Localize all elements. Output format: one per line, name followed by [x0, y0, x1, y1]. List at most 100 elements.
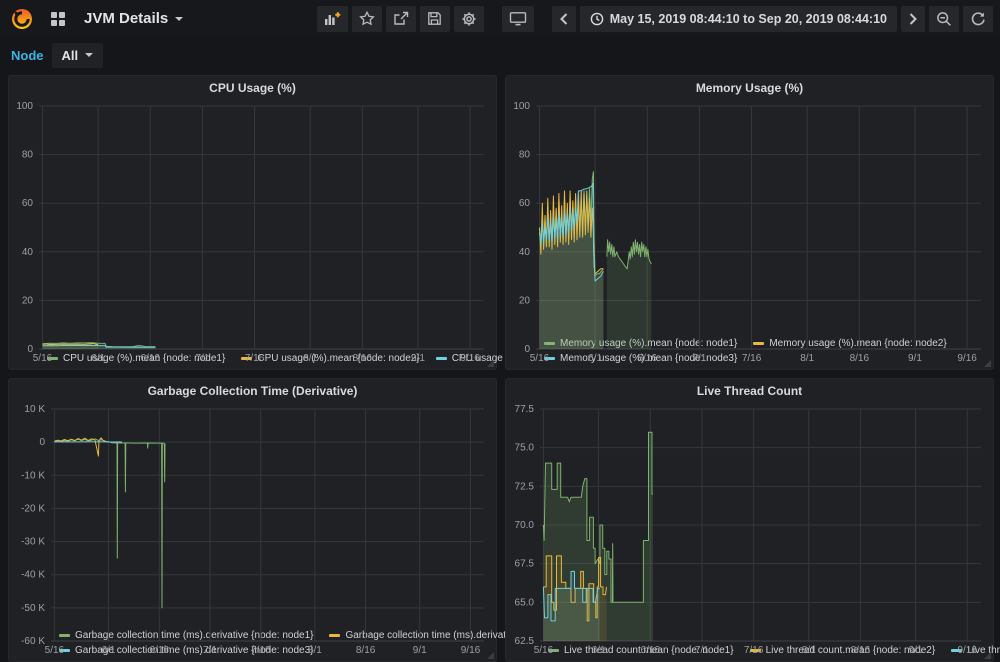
- share-icon: [393, 11, 409, 26]
- panel-resize-handle[interactable]: [487, 360, 494, 367]
- panel-resize-handle[interactable]: [487, 652, 494, 659]
- grafana-logo-icon[interactable]: [10, 7, 34, 31]
- live-thread-count-chart[interactable]: 77.575.072.570.067.565.062.55/166/16/167…: [506, 403, 993, 642]
- brand: JVM Details: [10, 7, 183, 31]
- y-tick-label: 75.0: [515, 443, 535, 454]
- y-tick-label: 72.5: [515, 481, 535, 492]
- chevron-right-icon: [908, 12, 918, 26]
- refresh-button[interactable]: [963, 6, 993, 32]
- y-tick-label: -30 K: [21, 537, 45, 548]
- refresh-icon: [970, 11, 986, 27]
- x-tick-label: 8/16: [353, 353, 373, 364]
- y-tick-label: 10 K: [24, 404, 45, 415]
- panel-resize-handle[interactable]: [984, 360, 991, 367]
- dashboard-title-dropdown[interactable]: JVM Details: [84, 10, 183, 27]
- panel-memory-usage: Memory Usage (%) 0204060801005/166/16/16…: [505, 75, 994, 370]
- y-tick-label: -10 K: [21, 470, 45, 481]
- x-tick-label: 7/1: [695, 645, 709, 656]
- x-tick-label: 9/16: [957, 353, 977, 364]
- panel-cpu-usage: CPU Usage (%) 0204060801005/166/16/167/1…: [8, 75, 497, 370]
- variable-label: Node: [11, 48, 44, 63]
- y-tick-label: -50 K: [21, 603, 45, 614]
- x-tick-label: 7/16: [251, 645, 271, 656]
- y-tick-label: 40: [22, 247, 34, 258]
- x-tick-label: 7/1: [203, 645, 217, 656]
- y-tick-label: -20 K: [21, 503, 45, 514]
- save-icon: [427, 11, 442, 26]
- y-tick-label: 100: [513, 101, 530, 112]
- x-tick-label: 9/16: [460, 353, 480, 364]
- x-tick-label: 7/1: [195, 353, 209, 364]
- y-tick-label: -60 K: [21, 636, 45, 647]
- time-range-label: May 15, 2019 08:44:10 to Sep 20, 2019 08…: [610, 12, 887, 26]
- x-tick-label: 8/16: [356, 645, 376, 656]
- panel-title[interactable]: Garbage Collection Time (Derivative): [9, 379, 496, 403]
- y-tick-label: -40 K: [21, 570, 45, 581]
- chart-canvas[interactable]: 0204060801005/166/16/167/17/168/18/169/1…: [9, 100, 496, 365]
- y-tick-label: 67.5: [515, 559, 535, 570]
- x-tick-label: 7/1: [692, 353, 706, 364]
- y-tick-label: 60: [519, 198, 531, 209]
- x-tick-label: 6/16: [141, 353, 161, 364]
- clock-icon: [590, 12, 604, 26]
- x-tick-label: 9/1: [908, 353, 922, 364]
- page-title: JVM Details: [84, 10, 168, 27]
- chevron-left-icon: [559, 12, 569, 26]
- add-panel-icon: [324, 11, 341, 26]
- y-tick-label: 70.0: [515, 520, 535, 531]
- top-navbar: JVM Details: [0, 0, 1000, 37]
- panel-title[interactable]: CPU Usage (%): [9, 76, 496, 100]
- y-tick-label: 40: [519, 247, 531, 258]
- chart-canvas[interactable]: 10 K0-10 K-20 K-30 K-40 K-50 K-60 K5/166…: [9, 403, 496, 657]
- cpu-usage-chart[interactable]: 0204060801005/166/16/167/17/168/18/169/1…: [9, 100, 496, 350]
- dashboards-grid-icon[interactable]: [50, 11, 66, 27]
- y-tick-label: 80: [22, 150, 34, 161]
- panel-gc-time: Garbage Collection Time (Derivative) 10 …: [8, 378, 497, 662]
- y-tick-label: 100: [16, 101, 33, 112]
- y-tick-label: 60: [22, 198, 34, 209]
- gear-icon: [461, 11, 477, 27]
- chart-canvas[interactable]: 77.575.072.570.067.565.062.55/166/16/167…: [506, 403, 993, 657]
- y-tick-label: 80: [519, 150, 531, 161]
- zoom-out-button[interactable]: [929, 6, 959, 32]
- panel-title[interactable]: Live Thread Count: [506, 379, 993, 403]
- settings-button[interactable]: [454, 6, 484, 32]
- star-button[interactable]: [352, 6, 382, 32]
- zoom-out-magnifier-icon: [936, 11, 952, 27]
- x-tick-label: 7/16: [744, 645, 764, 656]
- x-tick-label: 7/16: [742, 353, 762, 364]
- memory-usage-chart[interactable]: 0204060801005/166/16/167/17/168/18/169/1…: [506, 100, 993, 335]
- submenu: Node All: [0, 37, 1000, 73]
- gc-time-chart[interactable]: 10 K0-10 K-20 K-30 K-40 K-50 K-60 K5/166…: [9, 403, 496, 627]
- star-icon: [359, 11, 375, 26]
- time-range-button[interactable]: May 15, 2019 08:44:10 to Sep 20, 2019 08…: [580, 6, 897, 32]
- x-tick-label: 9/16: [957, 645, 977, 656]
- x-tick-label: 9/1: [909, 645, 923, 656]
- x-tick-label: 8/1: [802, 645, 816, 656]
- share-button[interactable]: [386, 6, 416, 32]
- x-tick-label: 8/1: [308, 645, 322, 656]
- x-tick-label: 6/1: [588, 353, 602, 364]
- panel-resize-handle[interactable]: [984, 652, 991, 659]
- variable-value: All: [62, 48, 79, 63]
- add-panel-button[interactable]: [317, 6, 348, 32]
- variable-value-dropdown[interactable]: All: [52, 43, 104, 68]
- x-tick-label: 8/1: [800, 353, 814, 364]
- x-tick-label: 8/16: [851, 645, 871, 656]
- save-button[interactable]: [420, 6, 450, 32]
- x-tick-label: 5/16: [530, 353, 550, 364]
- panel-title[interactable]: Memory Usage (%): [506, 76, 993, 100]
- x-tick-label: 5/16: [45, 645, 65, 656]
- time-back-button[interactable]: [552, 6, 576, 32]
- x-tick-label: 6/16: [638, 353, 658, 364]
- x-tick-label: 6/16: [150, 645, 170, 656]
- panel-live-thread-count: Live Thread Count 77.575.072.570.067.565…: [505, 378, 994, 662]
- time-forward-button[interactable]: [901, 6, 925, 32]
- cycle-view-button[interactable]: [502, 6, 534, 32]
- x-tick-label: 8/1: [303, 353, 317, 364]
- x-tick-label: 6/16: [641, 645, 661, 656]
- y-tick-label: 77.5: [515, 404, 535, 415]
- x-tick-label: 5/16: [534, 645, 554, 656]
- x-tick-label: 9/16: [461, 645, 481, 656]
- chart-canvas[interactable]: 0204060801005/166/16/167/17/168/18/169/1…: [506, 100, 993, 365]
